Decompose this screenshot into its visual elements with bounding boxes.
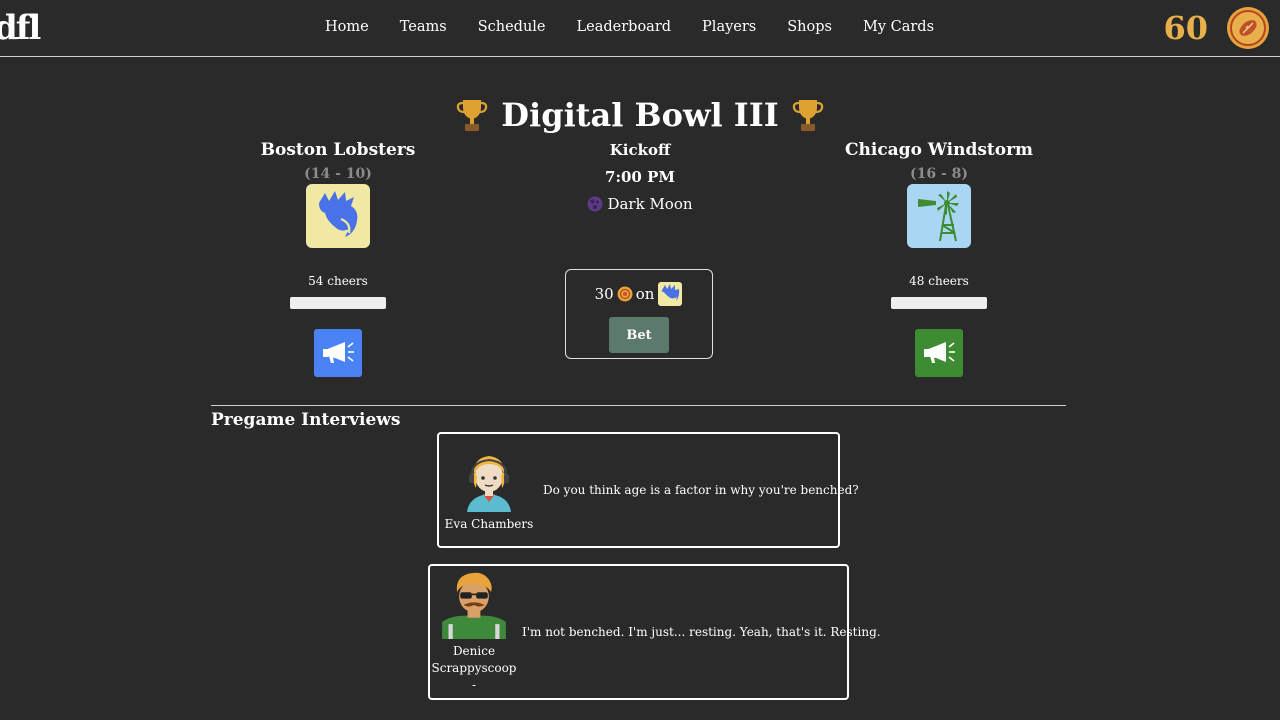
game-title-row: Digital Bowl III xyxy=(0,96,1280,134)
nav-my-cards[interactable]: My Cards xyxy=(863,19,934,35)
home-cheers-count: 54 cheers xyxy=(308,274,368,288)
interview-card: Eva Chambers Do you think age is a facto… xyxy=(437,432,859,548)
interview-question: Do you think age is a factor in why you'… xyxy=(543,483,859,497)
bet-summary: 30 on xyxy=(566,282,712,306)
home-team-panel: Boston Lobsters (14 - 10) 54 cheers xyxy=(208,140,468,377)
away-cheer-button[interactable] xyxy=(915,329,963,377)
football-coin-icon[interactable] xyxy=(1226,6,1270,50)
windmill-team-logo-icon[interactable] xyxy=(907,184,971,248)
weather-condition: Dark Moon xyxy=(540,195,740,213)
nav-shops[interactable]: Shops xyxy=(787,19,832,35)
interviewee-suffix: - xyxy=(471,677,477,692)
bet-panel: 30 on Bet xyxy=(565,269,713,359)
bet-amount: 30 xyxy=(594,285,614,303)
player-avatar-icon[interactable] xyxy=(438,571,510,639)
home-team-record: (14 - 10) xyxy=(304,166,372,182)
trophy-icon xyxy=(456,100,488,131)
nav-schedule[interactable]: Schedule xyxy=(478,19,546,35)
trophy-icon xyxy=(792,100,824,131)
top-navbar: dfl Home Teams Schedule Leaderboard Play… xyxy=(0,0,1280,57)
away-team-record: (16 - 8) xyxy=(909,166,969,182)
away-cheer-bar xyxy=(891,297,987,309)
interviews-title: Pregame Interviews xyxy=(211,410,401,430)
interview-answer: I'm not benched. I'm just... resting. Ye… xyxy=(522,625,881,639)
nav-leaderboard[interactable]: Leaderboard xyxy=(577,19,672,35)
coin-icon xyxy=(617,286,633,302)
dark-moon-icon xyxy=(587,196,603,212)
section-divider xyxy=(211,405,1066,406)
lobster-team-logo-icon[interactable] xyxy=(306,184,370,248)
interview-card: Denice Scrappyscoop - I'm not benched. I… xyxy=(428,564,881,700)
nav-home[interactable]: Home xyxy=(325,19,369,35)
game-info: Kickoff 7:00 PM Dark Moon xyxy=(540,141,740,213)
nav-teams[interactable]: Teams xyxy=(400,19,447,35)
site-logo[interactable]: dfl xyxy=(0,8,41,48)
home-cheer-button[interactable] xyxy=(314,329,362,377)
game-title: Digital Bowl III xyxy=(501,96,779,134)
bet-on-label: on xyxy=(635,285,655,303)
interviewer-name: Eva Chambers xyxy=(444,516,534,531)
weather-label: Dark Moon xyxy=(607,195,693,213)
interviewer: Eva Chambers xyxy=(439,448,539,533)
kickoff-label: Kickoff xyxy=(609,141,671,159)
nav-players[interactable]: Players xyxy=(702,19,756,35)
interviewee-name: Denice Scrappyscoop xyxy=(431,643,517,675)
megaphone-icon xyxy=(924,342,955,363)
coin-balance: 60 xyxy=(1163,9,1208,47)
bet-button[interactable]: Bet xyxy=(609,317,669,353)
reporter-avatar-icon[interactable] xyxy=(457,448,521,512)
away-team-name[interactable]: Chicago Windstorm xyxy=(809,140,1069,160)
kickoff-time: 7:00 PM xyxy=(605,168,675,186)
megaphone-icon xyxy=(323,342,354,363)
away-team-panel: Chicago Windstorm (16 - 8) 48 cheers xyxy=(809,140,1069,377)
lobster-team-small-icon[interactable] xyxy=(657,282,683,306)
away-cheers-count: 48 cheers xyxy=(909,274,969,288)
home-team-name[interactable]: Boston Lobsters xyxy=(208,140,468,160)
interviewee: Denice Scrappyscoop - xyxy=(430,571,518,694)
home-cheer-bar xyxy=(290,297,386,309)
main-nav: Home Teams Schedule Leaderboard Players … xyxy=(325,19,965,35)
